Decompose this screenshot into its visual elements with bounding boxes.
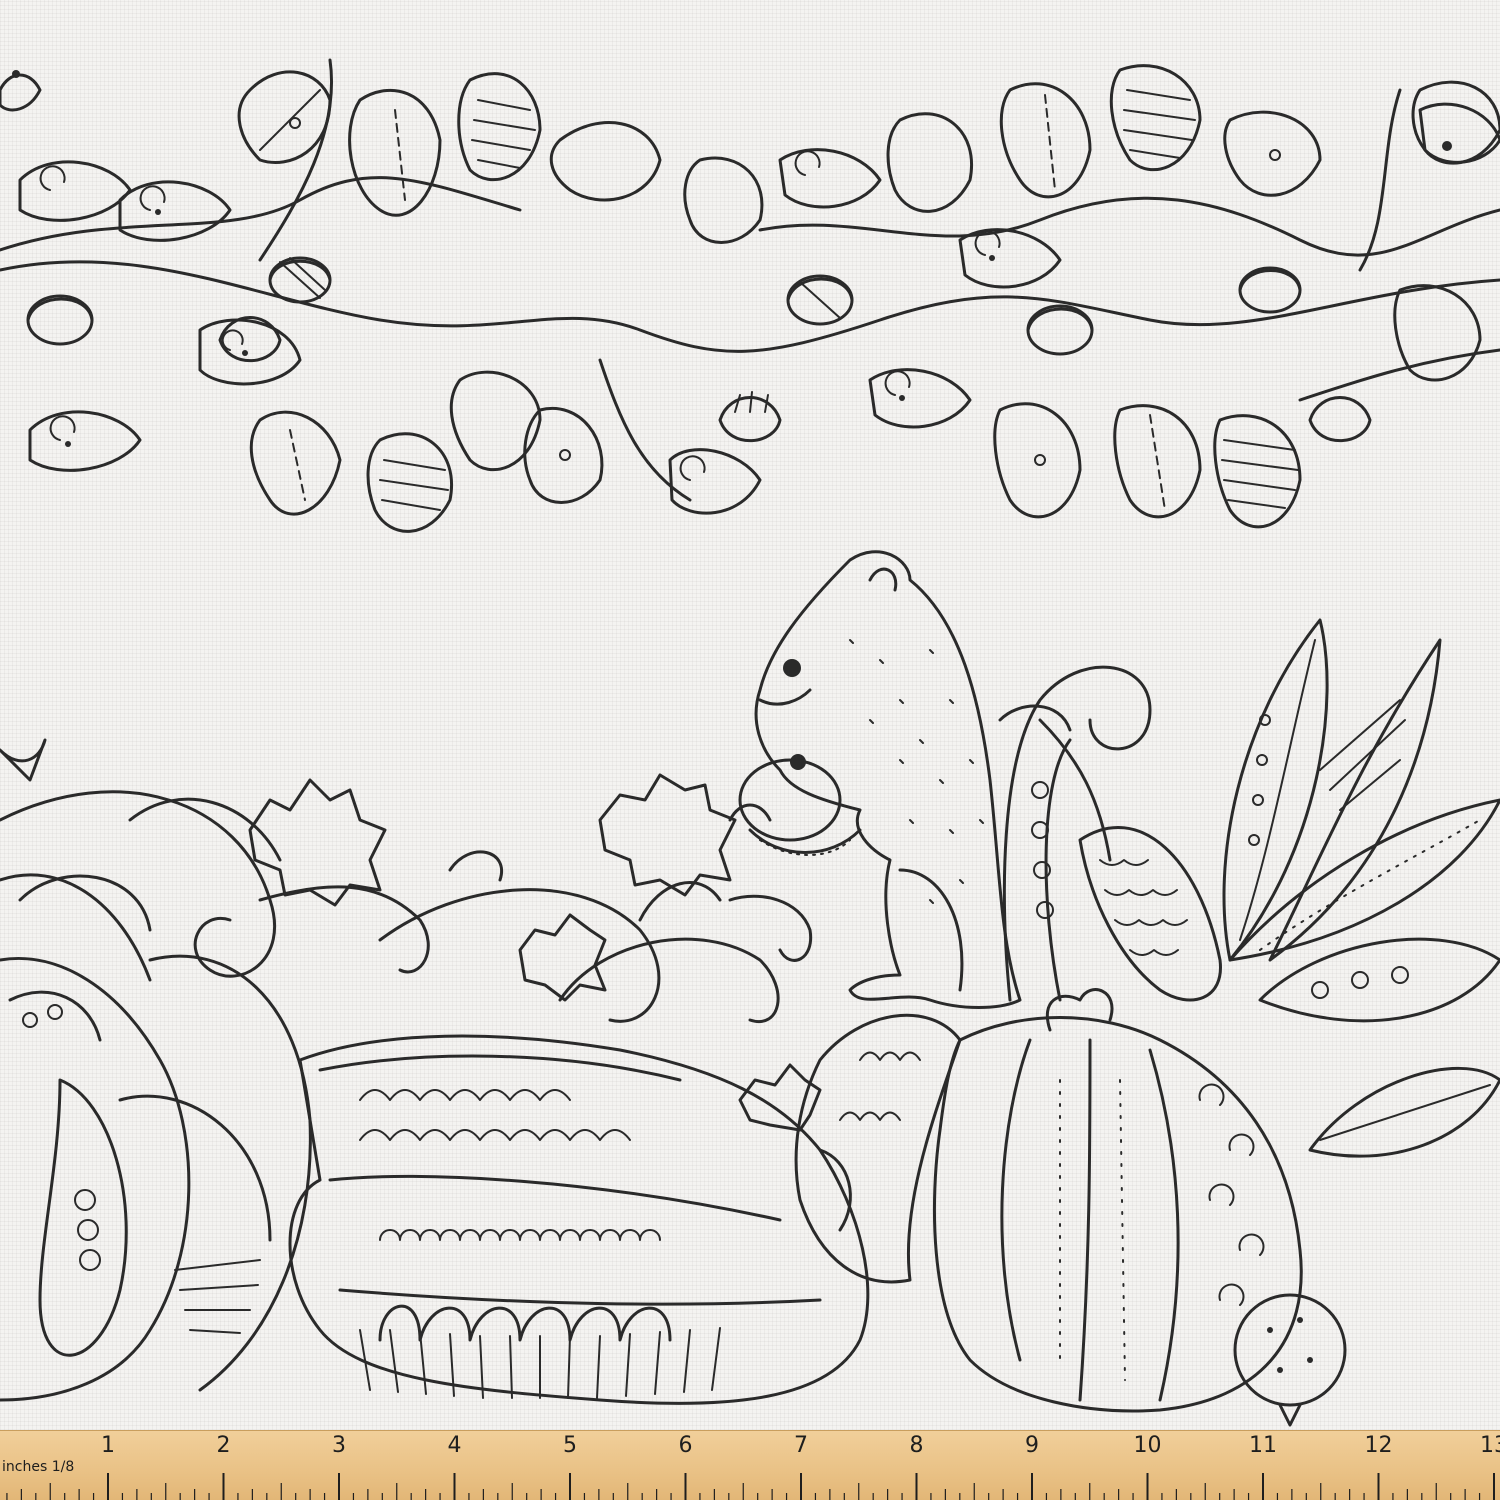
ruler-number: 7 [794,1433,808,1458]
bud-icon [958,228,1062,289]
ruler-number: 13 [1480,1433,1500,1458]
grape-leaf-icon [518,913,607,1002]
ruler-number: 9 [1025,1433,1039,1458]
squash-icon [288,1034,870,1405]
harvest-scene [0,550,1500,1427]
ruler-number: 3 [332,1433,346,1458]
leaf-icon [998,704,1112,862]
pumpkin-icon [932,988,1303,1413]
squirrel-icon [728,550,1152,1009]
acorn-branch-border [0,58,1500,533]
pumpkin-icon [0,738,312,1402]
fabric-print-area [0,0,1500,1430]
leaf-icon [1268,638,1442,962]
ruler-number: 8 [909,1433,924,1458]
flower-bud-icon [718,391,782,443]
leaf-icon [993,402,1082,519]
bud-icon [1418,102,1500,164]
leaf-icon [886,112,973,213]
vine-swirl-icon [0,790,813,1024]
grape-leaf-icon [598,773,737,897]
leaf-icon [1393,284,1482,382]
ruler-unit-label: inches 1/8 [2,1459,75,1475]
line-art-drawing [0,58,1500,1427]
leaf-icon [1222,618,1329,962]
fabric-swatch-page: 12345678910111213 inches 1/8 [0,0,1500,1500]
bud-icon [18,160,132,222]
acorn-icon [1026,304,1094,356]
fruit-icon [1233,1293,1347,1427]
bud-icon [198,318,302,386]
bud-icon [668,448,762,515]
bud-icon [868,368,972,429]
bud-icon [0,70,42,112]
ruler-number: 6 [678,1433,693,1458]
leaf-icon [237,70,332,164]
leaf-icon [249,410,342,516]
acorn-icon [786,274,854,326]
leaf-icon [366,432,453,533]
ruler-number: 1 [101,1433,115,1458]
bud-icon [28,410,142,472]
leaf-icon [1223,110,1322,197]
leaf-icon [449,370,542,471]
acorn-icon [26,294,94,346]
leaf-icon [1213,414,1302,529]
acorn-icon [268,256,332,304]
ruler-number: 12 [1364,1433,1393,1458]
measuring-ruler: 12345678910111213 inches 1/8 [0,1430,1500,1500]
leaf-icon [1308,1066,1500,1158]
corn-icon [1078,826,1222,1002]
ruler-number: 4 [447,1433,462,1458]
ruler-number: 2 [216,1433,231,1458]
leaf-icon [523,407,604,504]
leaf-icon [549,121,662,202]
ruler-number: 5 [563,1433,577,1458]
leaf-icon [683,156,764,244]
leaf-icon [1258,937,1500,1023]
grape-leaf-icon [738,1063,822,1132]
ruler-number: 11 [1249,1433,1277,1458]
ruler-number: 10 [1133,1433,1162,1458]
bud-icon [778,148,882,209]
acorn-icon [1238,266,1302,314]
flower-bud-icon [218,316,282,363]
leaf-icon [1228,798,1500,962]
bud-icon [118,180,232,242]
flower-bud-icon [1308,396,1372,443]
